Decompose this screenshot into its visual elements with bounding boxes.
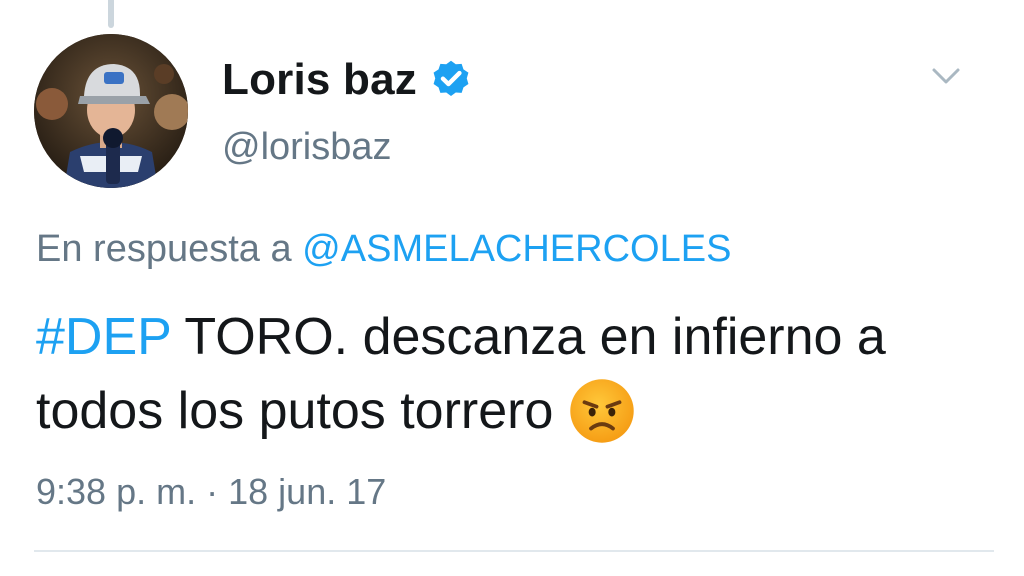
tweet-text: #DEP TORO. descanza en infierno a todos … xyxy=(36,300,996,448)
thread-connector-line xyxy=(108,0,114,28)
tweet-date: 18 jun. 17 xyxy=(228,471,387,512)
angry-face-emoji-icon xyxy=(570,379,635,443)
tweet-timestamp[interactable]: 9:38 p. m. · 18 jun. 17 xyxy=(36,474,386,510)
in-reply-to-line: En respuesta a @ASMELACHERCOLES xyxy=(36,230,731,268)
author-handle[interactable]: @lorisbaz xyxy=(222,128,392,166)
chevron-down-icon[interactable] xyxy=(928,64,964,88)
avatar[interactable] xyxy=(34,34,188,188)
tweet-time: 9:38 p. m. xyxy=(36,471,197,512)
hashtag-link[interactable]: #DEP xyxy=(36,308,171,366)
reply-prefix: En respuesta a xyxy=(36,228,292,270)
timestamp-separator: · xyxy=(206,471,219,512)
author-name[interactable]: Loris baz xyxy=(222,58,473,102)
verified-badge-icon xyxy=(433,60,469,96)
reply-mention-link[interactable]: @ASMELACHERCOLES xyxy=(302,228,731,270)
author-name-text[interactable]: Loris baz xyxy=(222,58,417,102)
divider xyxy=(34,550,994,552)
avatar-image xyxy=(34,34,188,188)
tweet-detail-view: Loris baz @lorisbaz En respuesta a @ASME… xyxy=(0,0,1024,576)
